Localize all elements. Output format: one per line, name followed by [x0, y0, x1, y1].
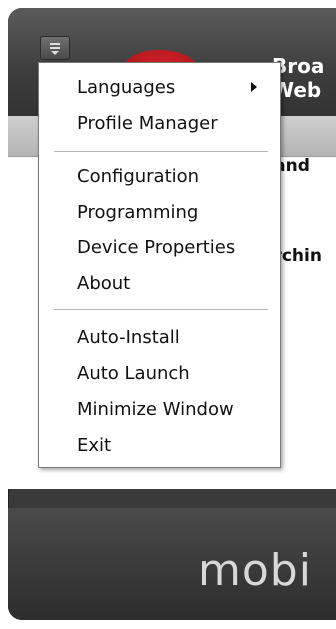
- menu-separator: [54, 309, 268, 310]
- menu-item-minimize-window[interactable]: Minimize Window: [77, 399, 234, 420]
- menu-item-auto-install[interactable]: Auto-Install: [77, 327, 180, 348]
- menu-item-device-properties[interactable]: Device Properties: [77, 237, 235, 258]
- menu-item-auto-launch[interactable]: Auto Launch: [77, 363, 190, 384]
- footer-logo: mobi: [198, 545, 312, 596]
- menu-item-languages[interactable]: Languages: [77, 77, 175, 98]
- menu-button[interactable]: [40, 36, 70, 60]
- menu-item-exit[interactable]: Exit: [77, 435, 111, 456]
- menu-item-programming[interactable]: Programming: [77, 202, 198, 223]
- menu-item-configuration[interactable]: Configuration: [77, 166, 199, 187]
- caret-right-icon: [251, 82, 257, 92]
- menu-item-about[interactable]: About: [77, 273, 130, 294]
- menu-item-profile-manager[interactable]: Profile Manager: [77, 113, 218, 134]
- dropdown-menu: Languages Profile Manager Configuration …: [38, 62, 281, 468]
- menu-separator: [54, 151, 268, 152]
